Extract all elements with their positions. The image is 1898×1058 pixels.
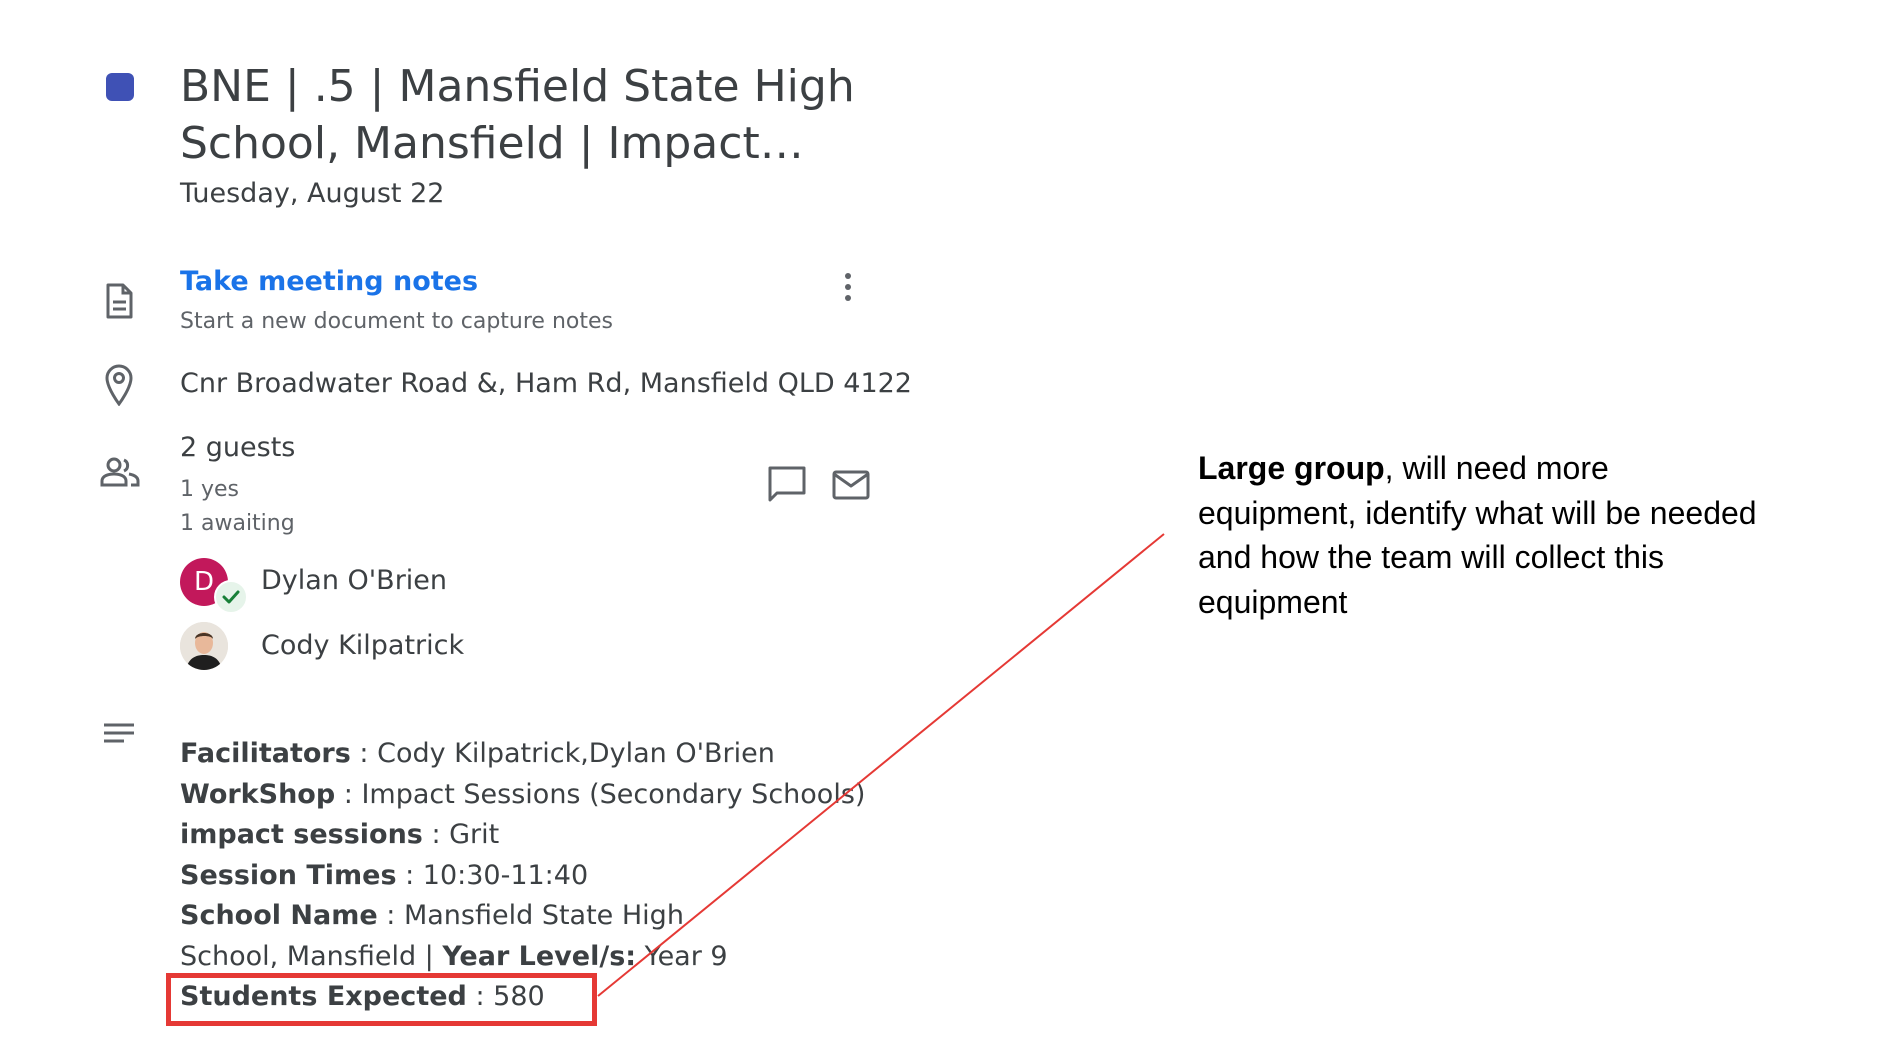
impact-sessions-label: impact sessions: [180, 819, 423, 850]
session-times-line: Session Times : 10:30-11:40: [180, 856, 940, 897]
take-meeting-notes-link[interactable]: Take meeting notes: [180, 266, 478, 297]
workshop-value: : Impact Sessions (Secondary Schools): [335, 778, 866, 810]
location-pin-icon: [104, 364, 134, 411]
school-name-line: School Name : Mansfield State High Schoo…: [180, 896, 780, 977]
students-expected-highlight-box: [166, 973, 597, 1026]
rsvp-yes-count: 1 yes: [180, 477, 240, 502]
year-level-label: Year Level/s:: [442, 940, 637, 972]
people-icon: [100, 457, 140, 492]
event-title: BNE | .5 | Mansfield State High School, …: [180, 61, 855, 169]
year-level-value: Year 9: [636, 940, 728, 972]
guest-name-dylan[interactable]: Dylan O'Brien: [261, 565, 447, 596]
annotation-bold-text: Large group: [1198, 450, 1385, 486]
document-icon: [104, 283, 134, 324]
calendar-color-swatch: [106, 73, 134, 101]
rsvp-awaiting-count: 1 awaiting: [180, 511, 295, 536]
impact-sessions-value: : Grit: [422, 819, 500, 850]
session-times-label: Session Times: [180, 859, 397, 891]
chat-bubble-icon[interactable]: [768, 466, 806, 507]
guest-name-cody[interactable]: Cody Kilpatrick: [261, 630, 464, 661]
annotation-note: Large group, will need more equipment, i…: [1198, 446, 1758, 624]
session-times-value: : 10:30-11:40: [396, 859, 589, 891]
impact-sessions-line: impact sessions : Grit: [180, 815, 940, 856]
facilitators-line: Facilitators : Cody Kilpatrick,Dylan O'B…: [180, 734, 940, 775]
facilitators-label: Facilitators: [180, 738, 351, 769]
accepted-check-icon: [214, 580, 248, 614]
guest-count: 2 guests: [180, 432, 296, 463]
school-name-label: School Name: [180, 900, 378, 931]
workshop-line: WorkShop : Impact Sessions (Secondary Sc…: [180, 775, 940, 816]
facilitators-value: : Cody Kilpatrick,Dylan O'Brien: [350, 738, 775, 769]
description-lines-icon: [103, 722, 135, 751]
event-date: Tuesday, August 22: [180, 178, 445, 209]
workshop-label: WorkShop: [180, 778, 336, 810]
notes-subtitle: Start a new document to capture notes: [180, 309, 613, 334]
more-vert-icon[interactable]: [838, 270, 858, 306]
avatar-cody[interactable]: [180, 622, 228, 670]
location-address[interactable]: Cnr Broadwater Road &, Ham Rd, Mansfield…: [180, 368, 912, 399]
email-icon[interactable]: [832, 470, 870, 505]
